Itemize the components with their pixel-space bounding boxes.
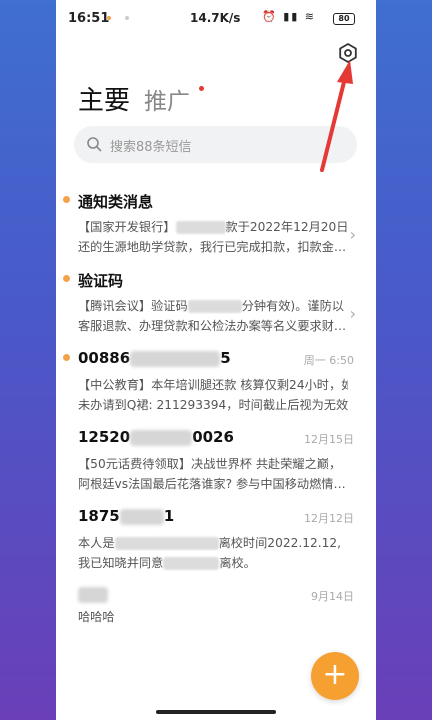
unread-dot: [63, 275, 70, 282]
battery-icon: 80: [333, 13, 355, 25]
redacted-block: [119, 508, 164, 525]
redacted-block: [78, 586, 108, 603]
message-preview-line: 未办请到Q裙: 211293394，时间截止后视为无效: [78, 398, 348, 412]
message-preview-line: 哈哈哈: [78, 610, 115, 624]
tab-main[interactable]: 主要: [78, 80, 130, 117]
message-time: 周一 6:50: [303, 354, 354, 367]
network-speed: 14.7K/s: [190, 11, 241, 25]
list-item[interactable]: 验证码 › 【腾讯会议】验证码 分钟有效)。谨防以 客服退款、办理贷款和公检法办案…: [56, 270, 376, 350]
message-preview-line: 【中公教育】本年培训腿还款 核算仅剩24小时，如: [78, 378, 348, 392]
message-time: 9月14日: [311, 590, 354, 603]
redacted-block: [163, 557, 220, 570]
new-badge-dot: [199, 86, 204, 91]
messages-screen: 16:51 14.7K/s ⏰ ▮▮ ≋ 80 主要 推广 搜索88条短信 通知…: [56, 0, 376, 720]
home-indicator[interactable]: [156, 710, 276, 714]
status-bar: 16:51 14.7K/s ⏰ ▮▮ ≋ 80: [56, 0, 376, 34]
search-placeholder: 搜索88条短信: [110, 140, 192, 155]
chevron-right-icon: ›: [349, 225, 356, 244]
tab-promotions[interactable]: 推广: [144, 82, 190, 116]
message-sender: [78, 585, 108, 603]
notification-dot: [125, 16, 129, 20]
message-sender: 00886 5: [78, 349, 231, 367]
redacted-block: [114, 537, 219, 550]
gear-icon: [339, 43, 357, 63]
message-sender: 验证码: [78, 272, 124, 290]
message-sender: 通知类消息: [78, 193, 154, 211]
message-time: 12月12日: [304, 512, 354, 525]
message-preview-line: 我已知晓并同意 离校。: [78, 556, 256, 570]
message-preview-line: 【50元话费待领取】决战世界杯 共赴荣耀之巅，: [78, 457, 342, 471]
message-preview-line: 【腾讯会议】验证码 分钟有效)。谨防以: [78, 299, 344, 313]
status-icons: ⏰ ▮▮ ≋: [262, 10, 317, 23]
settings-button[interactable]: [337, 42, 359, 64]
unread-dot: [63, 196, 70, 203]
message-preview-line: 【国家开发银行】 款于2022年12月20日应: [78, 220, 348, 234]
list-item[interactable]: 通知类消息 › 【国家开发银行】 款于2022年12月20日应 还的生源地助学贷款…: [56, 191, 376, 271]
message-preview-line: 还的生源地助学贷款，我行已完成扣款，扣款金…: [78, 240, 347, 254]
redacted-block: [175, 221, 226, 234]
new-message-button[interactable]: +: [311, 652, 359, 700]
search-icon: [87, 137, 102, 152]
status-time: 16:51: [68, 11, 110, 26]
message-preview-line: 客服退款、办理贷款和公检法办案等名义要求财…: [78, 319, 347, 333]
message-sender: 1875 1: [78, 507, 175, 525]
redacted-block: [130, 350, 221, 367]
list-item[interactable]: 12520 0026 12月15日 【50元话费待领取】决战世界杯 共赴荣耀之巅，…: [56, 428, 376, 508]
search-input[interactable]: 搜索88条短信: [74, 126, 357, 163]
message-sender: 12520 0026: [78, 428, 234, 446]
notification-dot: [107, 16, 111, 20]
message-preview-line: 本人是 离校时间2022.12.12,: [78, 536, 341, 550]
message-time: 12月15日: [304, 433, 354, 446]
list-item[interactable]: 00886 5 周一 6:50 【中公教育】本年培训腿还款 核算仅剩24小时，如 …: [56, 349, 376, 429]
list-item[interactable]: 1875 1 12月12日 本人是 离校时间2022.12.12, 我已知晓并同意离…: [56, 507, 376, 587]
redacted-block: [187, 300, 242, 313]
unread-dot: [63, 354, 70, 361]
message-preview-line: 阿根廷vs法国最后花落谁家? 参与中国移动燃情…: [78, 477, 346, 491]
chevron-right-icon: ›: [349, 304, 356, 323]
redacted-block: [130, 429, 193, 446]
